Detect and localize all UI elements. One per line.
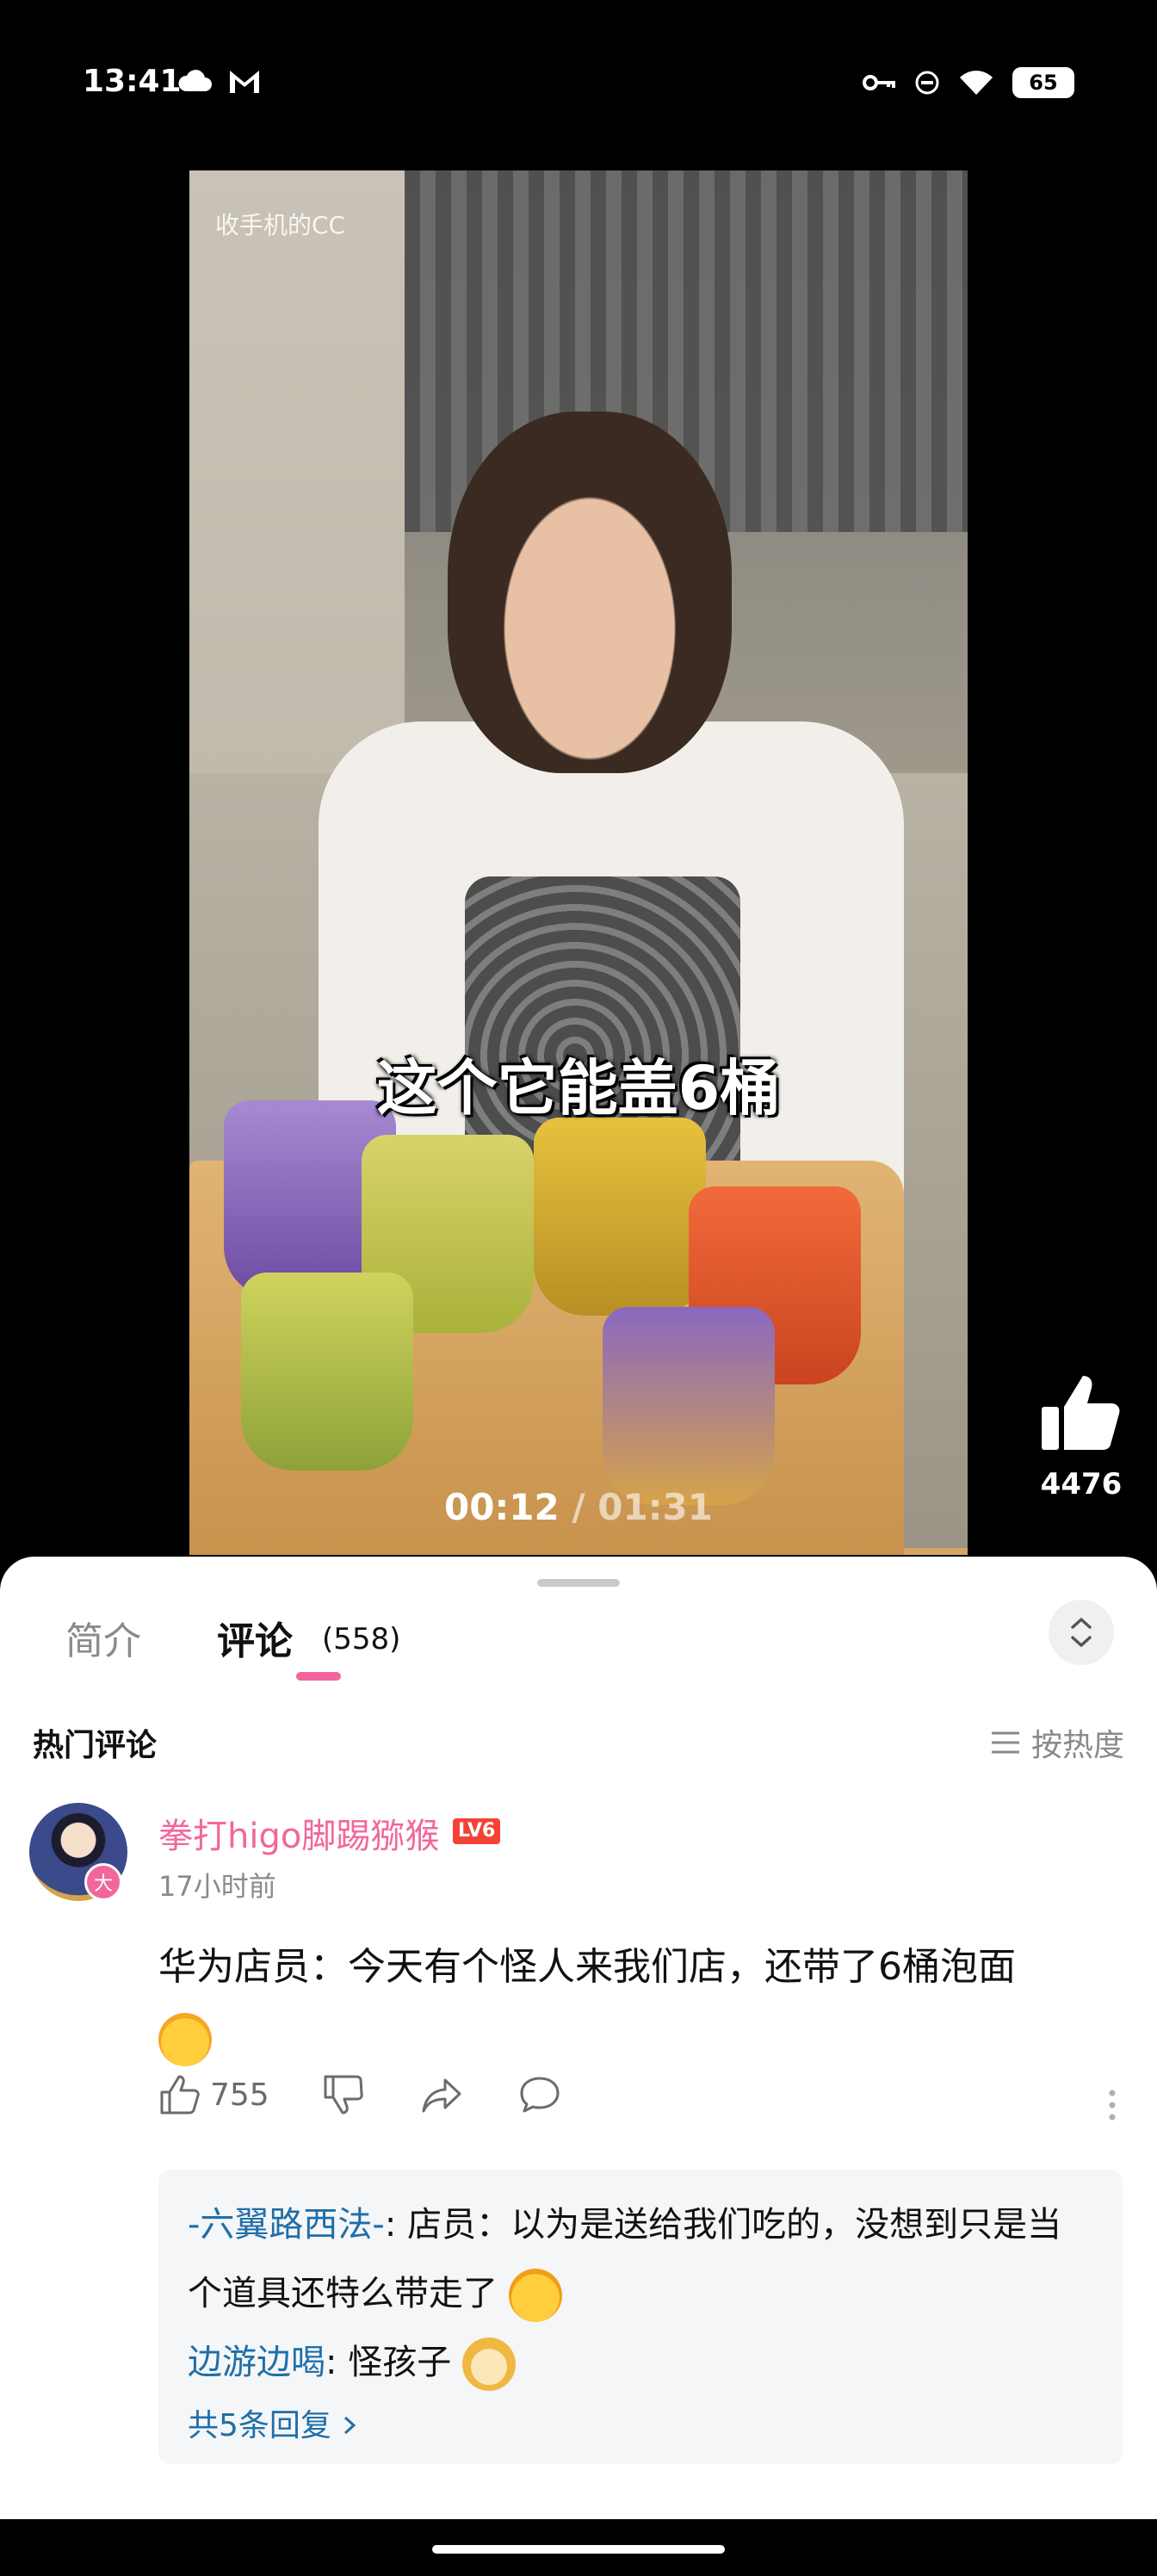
comment-time: 17小时前 xyxy=(158,1870,276,1903)
wifi-icon xyxy=(960,71,993,95)
comments-count: (558) xyxy=(322,1622,401,1656)
sort-by-popularity[interactable]: 按热度 xyxy=(990,1720,1124,1765)
reply-item: 边游边喝: 怪孩子 xyxy=(188,2328,1093,2397)
expand-collapse-button[interactable] xyxy=(1049,1600,1114,1665)
drag-handle[interactable] xyxy=(537,1579,620,1587)
noodle-cup xyxy=(534,1118,706,1316)
comment-share-button[interactable] xyxy=(420,2073,463,2116)
reply-preview[interactable]: -六翼路西法-: 店员：以为是送给我们吃的，没想到只是当个道具还特么带走了 边游… xyxy=(158,2170,1123,2464)
video-like-button[interactable]: 4476 xyxy=(1030,1369,1133,1502)
home-indicator[interactable] xyxy=(432,2545,725,2554)
yum-emoji-icon xyxy=(508,2269,562,2322)
video-player[interactable]: 收手机的CC 这个它能盖6桶 00:12 / 01:31 xyxy=(189,170,968,1555)
tab-intro[interactable]: 简介 xyxy=(65,1610,141,1665)
tab-comments[interactable]: 评论 xyxy=(217,1610,293,1665)
comment-like-button[interactable]: 755 xyxy=(158,2073,269,2116)
status-time: 13:41 xyxy=(83,64,182,99)
status-bar: 13:41 65 xyxy=(0,0,1157,172)
noodle-cup xyxy=(241,1273,413,1471)
video-current-time: 00:12 xyxy=(444,1486,560,1528)
cloud-icon xyxy=(178,70,212,91)
comment-body: 华为店员：今天有个怪人来我们店，还带了6桶泡面 xyxy=(158,1945,1016,1989)
comment-username[interactable]: 拳打higo脚踢猕猴 xyxy=(158,1808,439,1858)
chevron-right-icon xyxy=(344,2416,356,2435)
video-timestamp: 00:12 / 01:31 xyxy=(189,1486,968,1528)
thumbs-up-icon xyxy=(1042,1376,1120,1450)
comment-dislike-button[interactable] xyxy=(322,2073,365,2116)
video-total-time: 01:31 xyxy=(597,1486,713,1528)
unfold-icon xyxy=(1071,1618,1092,1647)
hot-comments-title: 热门评论 xyxy=(33,1728,158,1763)
sort-label: 按热度 xyxy=(1030,1728,1124,1763)
more-options-icon[interactable] xyxy=(1109,2087,1116,2121)
chat-bubble-icon xyxy=(520,2077,560,2113)
video-watermark: 收手机的CC xyxy=(215,211,346,239)
comment-reply-button[interactable] xyxy=(518,2073,561,2116)
status-right-icons: 65 xyxy=(863,67,1074,98)
comment-text: 华为店员：今天有个怪人来我们店，还带了6桶泡面 xyxy=(158,1932,1114,2073)
reply-item: -六翼路西法-: 店员：以为是送给我们吃的，没想到只是当个道具还特么带走了 xyxy=(188,2190,1093,2328)
navigation-area xyxy=(0,2519,1157,2576)
video-subtitle: 这个它能盖6桶 xyxy=(376,1053,781,1124)
video-time-separator: / xyxy=(559,1486,598,1528)
view-all-replies-label: 共5条回复 xyxy=(188,2408,331,2443)
reply-text: : 怪孩子 xyxy=(325,2343,452,2382)
reply-username[interactable]: -六翼路西法- xyxy=(188,2205,385,2245)
video-like-count: 4476 xyxy=(1040,1467,1123,1502)
do-not-disturb-icon xyxy=(915,71,939,95)
laughing-emoji-icon xyxy=(158,2013,212,2066)
doge-emoji-icon xyxy=(461,2338,516,2391)
view-all-replies-link[interactable]: 共5条回复 xyxy=(188,2400,1093,2445)
gmail-icon xyxy=(230,71,259,93)
user-level-badge: LV6 xyxy=(453,1818,501,1844)
active-tab-indicator xyxy=(296,1672,341,1681)
thumbs-down-outline-icon xyxy=(324,2075,363,2115)
vpn-key-icon xyxy=(863,75,895,90)
share-icon xyxy=(422,2078,461,2113)
battery-indicator: 65 xyxy=(1012,67,1074,98)
status-left-icons xyxy=(177,67,262,95)
thumbs-up-outline-icon xyxy=(160,2075,200,2115)
noodle-cup xyxy=(603,1307,775,1505)
menu-lines-icon xyxy=(991,1731,1019,1754)
video-person-head xyxy=(448,412,732,773)
reply-username[interactable]: 边游边喝 xyxy=(188,2343,325,2382)
avatar-badge: 大 xyxy=(84,1863,122,1901)
comment-like-count: 755 xyxy=(210,2077,269,2113)
